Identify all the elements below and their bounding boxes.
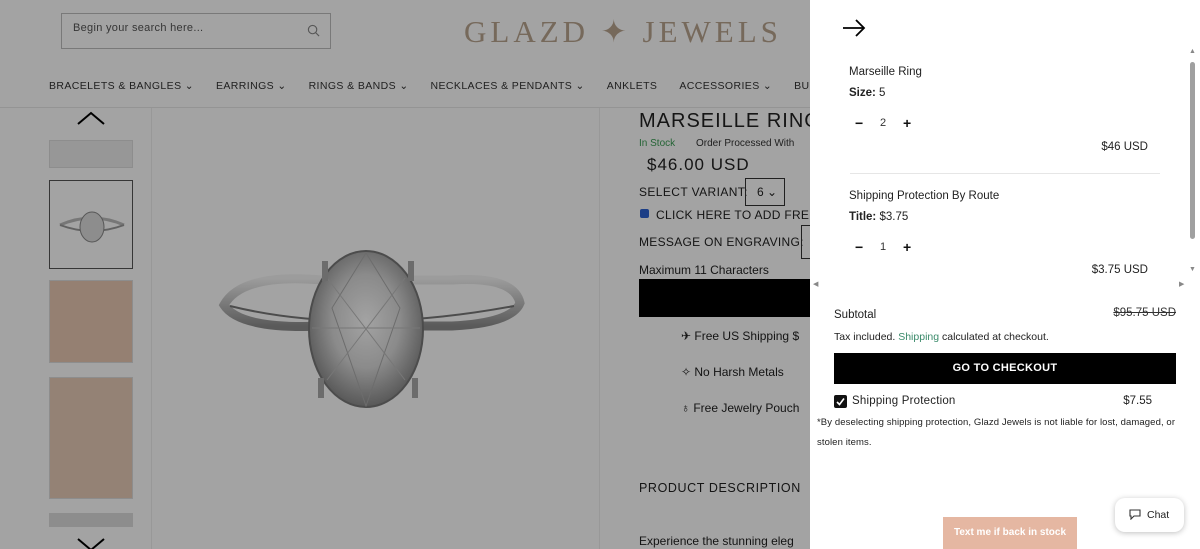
- cart-item-price: $3.75 USD: [1091, 264, 1148, 276]
- quantity-stepper: − 2 +: [855, 115, 915, 131]
- chat-bubble-icon: [1129, 509, 1141, 520]
- divider: [850, 173, 1160, 174]
- quantity-value[interactable]: 1: [880, 241, 886, 253]
- decrease-quantity-button[interactable]: −: [855, 115, 863, 131]
- option-value: $3.75: [879, 211, 909, 223]
- shipping-protection-price: $7.55: [1123, 395, 1152, 407]
- increase-quantity-button[interactable]: +: [903, 115, 911, 131]
- cart-item-option: Size: 5: [849, 87, 885, 99]
- shipping-link[interactable]: Shipping: [898, 331, 939, 343]
- cart-item-name[interactable]: Shipping Protection By Route: [849, 190, 999, 202]
- chat-label: Chat: [1147, 509, 1170, 521]
- quantity-value[interactable]: 2: [880, 117, 886, 129]
- cart-item-option: Title: $3.75: [849, 211, 908, 223]
- quantity-stepper: − 1 +: [855, 239, 915, 255]
- chat-button[interactable]: Chat: [1115, 498, 1184, 532]
- subtotal-value: $95.75 USD: [1113, 307, 1176, 319]
- page-dim-overlay[interactable]: [0, 0, 810, 549]
- checkmark-icon: [836, 398, 845, 406]
- option-label: Size:: [849, 87, 876, 99]
- shipping-protection-note: *By deselecting shipping protection, Gla…: [817, 417, 1176, 448]
- tax-suffix: calculated at checkout.: [939, 331, 1049, 343]
- shipping-protection-label[interactable]: Shipping Protection: [852, 395, 956, 407]
- scroll-left-arrow-icon[interactable]: ◀: [813, 280, 818, 288]
- increase-quantity-button[interactable]: +: [903, 239, 911, 255]
- checkout-button[interactable]: GO TO CHECKOUT: [834, 353, 1176, 384]
- cart-item-price: $46 USD: [1101, 141, 1148, 153]
- tax-note: Tax included. Shipping calculated at che…: [834, 331, 1049, 343]
- cart-drawer: Marseille Ring Size: 5 − 2 + $46 USD Shi…: [810, 0, 1200, 549]
- cart-item-name[interactable]: Marseille Ring: [849, 66, 922, 78]
- subtotal-label: Subtotal: [834, 309, 877, 321]
- scroll-up-arrow-icon[interactable]: ▲: [1189, 48, 1196, 55]
- decrease-quantity-button[interactable]: −: [855, 239, 863, 255]
- scroll-right-arrow-icon[interactable]: ▶: [1179, 280, 1184, 288]
- shipping-protection-checkbox[interactable]: [834, 395, 847, 408]
- text-me-back-in-stock-button[interactable]: Text me if back in stock: [943, 517, 1077, 549]
- scroll-down-arrow-icon[interactable]: ▼: [1189, 266, 1196, 273]
- tax-prefix: Tax included.: [834, 331, 899, 343]
- cart-scrollbar[interactable]: [1190, 62, 1195, 239]
- option-label: Title:: [849, 211, 877, 223]
- option-value: 5: [879, 87, 886, 99]
- arrow-right-icon[interactable]: [842, 18, 866, 38]
